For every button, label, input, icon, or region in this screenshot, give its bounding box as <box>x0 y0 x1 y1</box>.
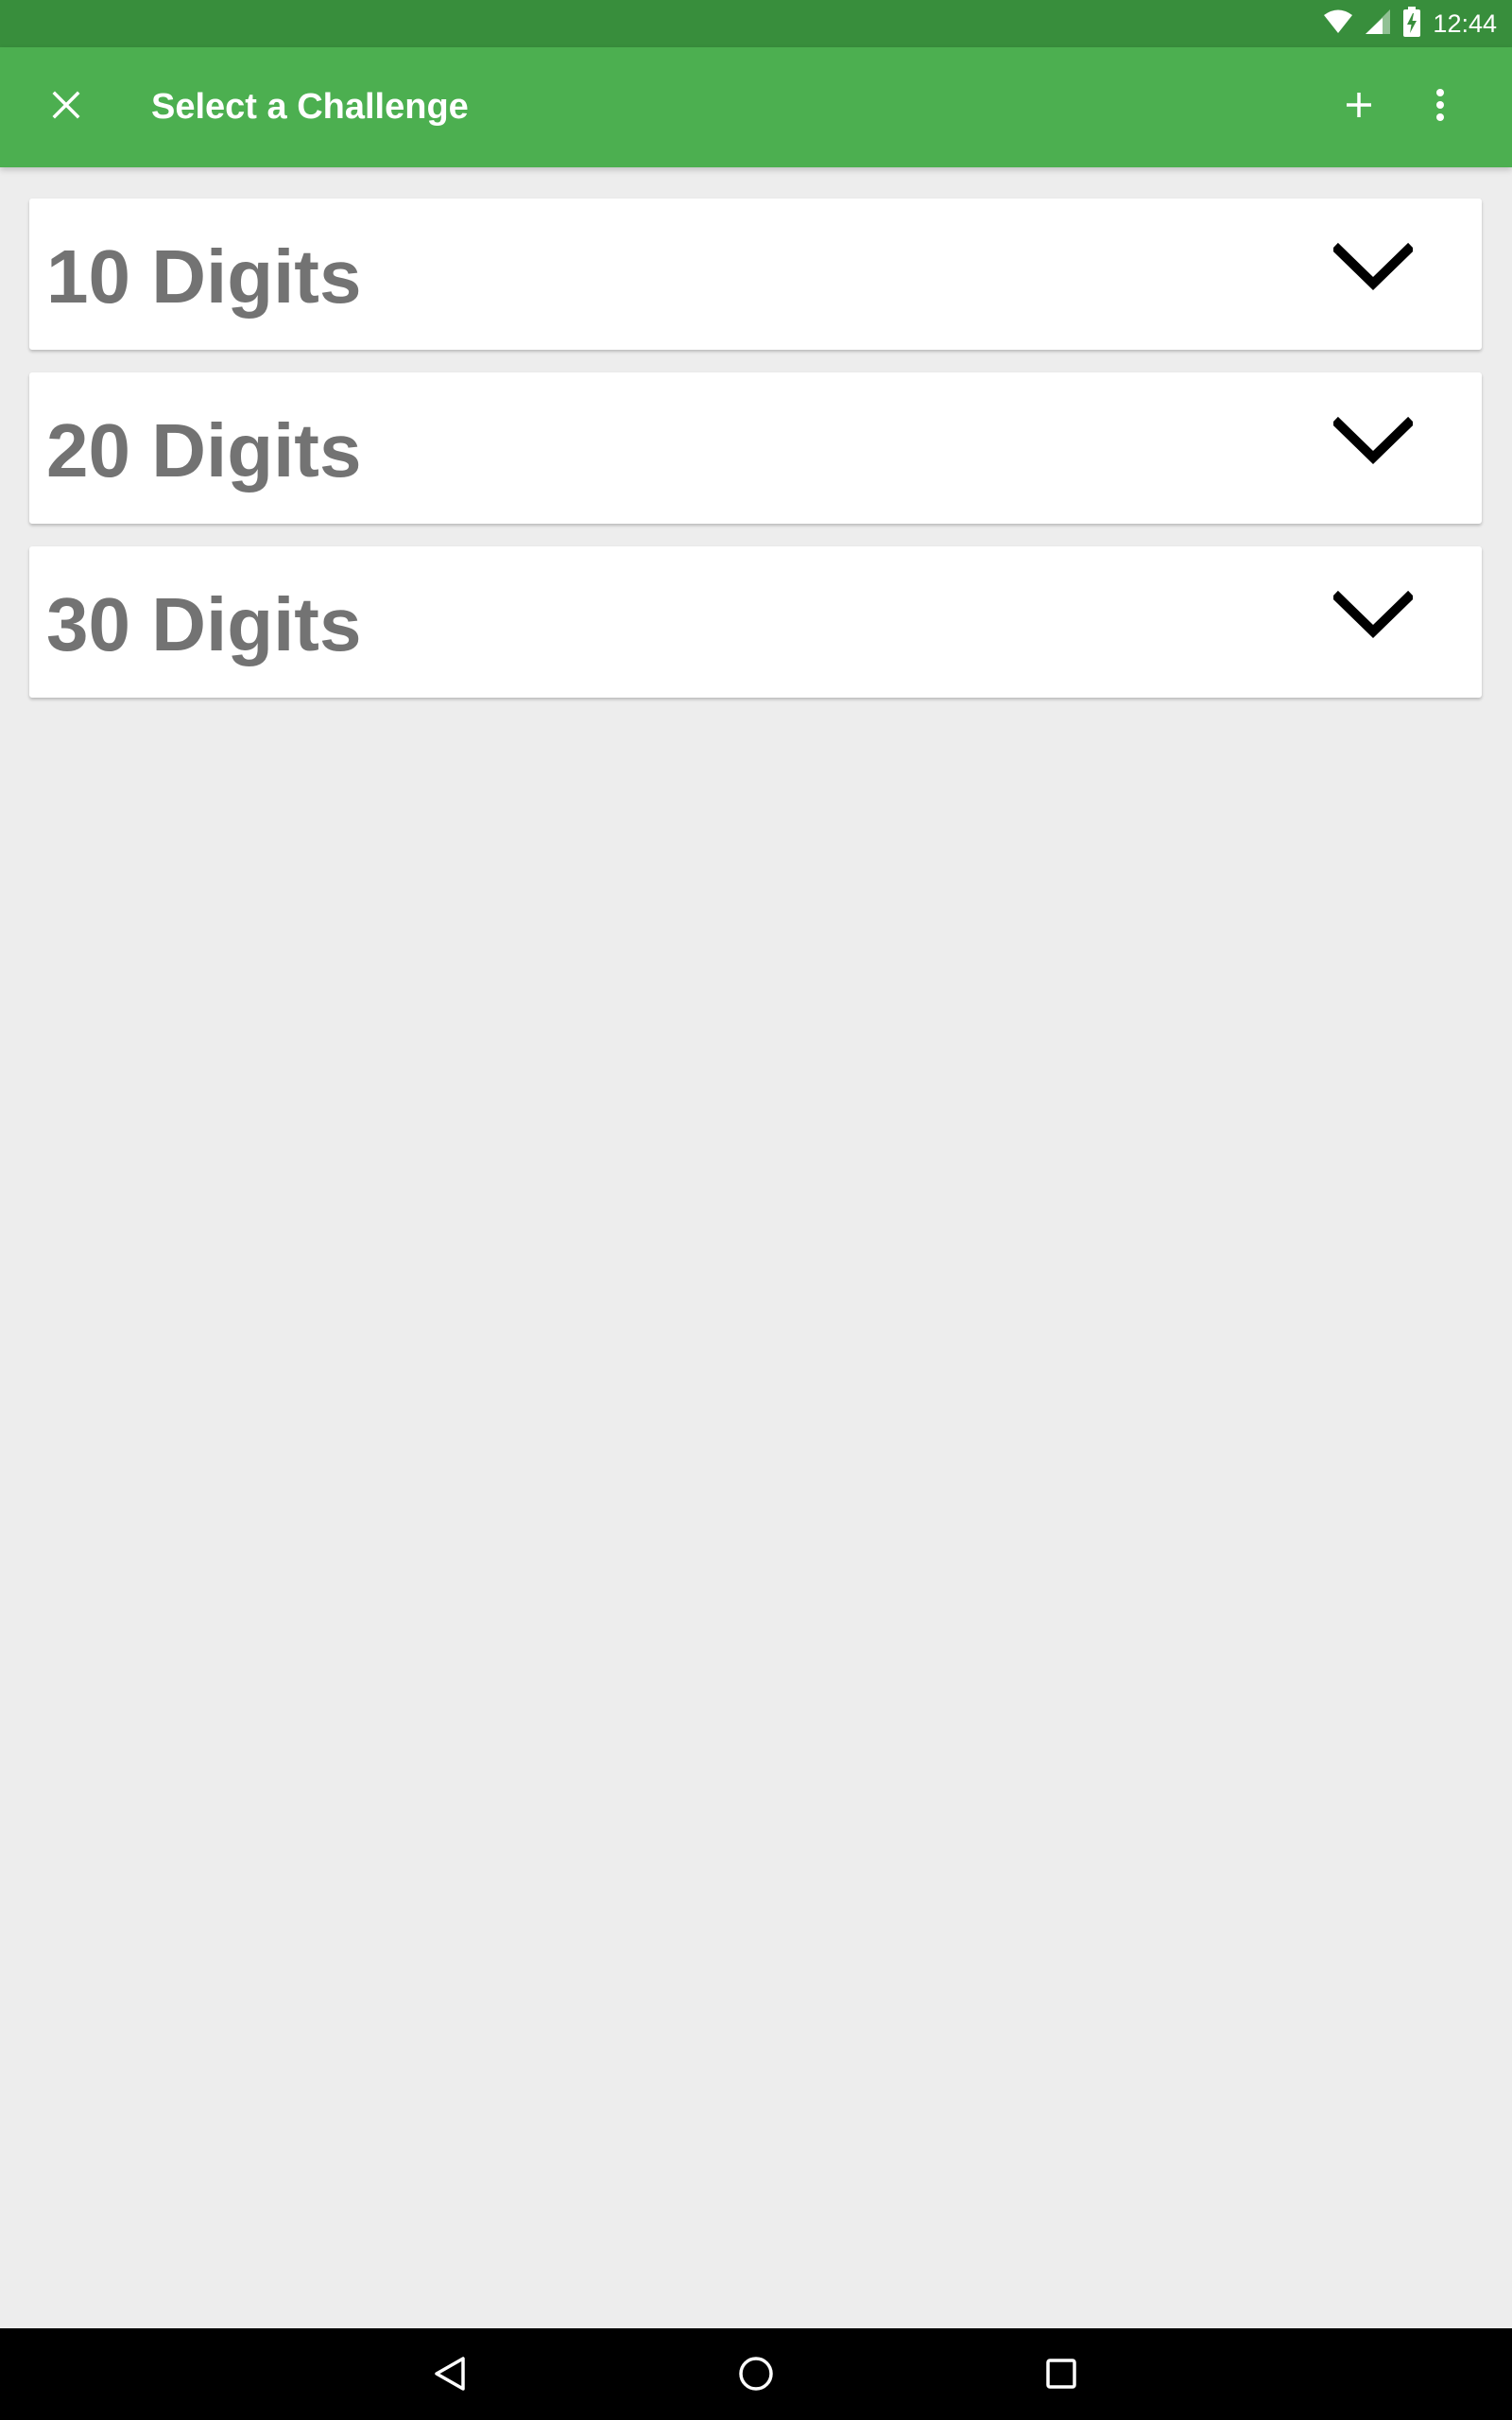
challenge-card-30-digits[interactable]: 30 Digits <box>29 546 1482 698</box>
chevron-down-icon <box>1331 416 1416 472</box>
back-icon <box>432 2355 470 2397</box>
status-bar: 12:44 <box>0 0 1512 47</box>
recents-icon <box>1042 2355 1080 2397</box>
chevron-down-icon <box>1331 242 1416 298</box>
more-vert-icon <box>1435 88 1445 126</box>
challenge-label: 30 Digits <box>46 582 362 666</box>
more-options-button[interactable] <box>1412 78 1469 135</box>
challenge-label: 10 Digits <box>46 234 362 319</box>
close-button[interactable] <box>38 78 94 135</box>
home-icon <box>737 2355 775 2397</box>
home-button[interactable] <box>728 2347 784 2404</box>
battery-charging-icon <box>1402 6 1421 42</box>
recents-button[interactable] <box>1033 2347 1090 2404</box>
page-title: Select a Challenge <box>151 87 469 127</box>
add-icon <box>1345 91 1373 124</box>
cell-signal-icon <box>1365 9 1391 40</box>
challenge-card-20-digits[interactable]: 20 Digits <box>29 372 1482 524</box>
navigation-bar <box>0 2328 1512 2420</box>
expand-button[interactable] <box>1326 410 1420 476</box>
challenge-label: 20 Digits <box>46 408 362 493</box>
chevron-down-icon <box>1331 590 1416 646</box>
add-challenge-button[interactable] <box>1331 78 1387 135</box>
expand-button[interactable] <box>1326 584 1420 650</box>
status-icons: 12:44 <box>1323 0 1497 47</box>
wifi-icon <box>1323 9 1353 40</box>
status-time: 12:44 <box>1433 9 1497 38</box>
close-icon <box>52 91 80 124</box>
challenge-card-10-digits[interactable]: 10 Digits <box>29 199 1482 350</box>
expand-button[interactable] <box>1326 236 1420 302</box>
app-bar: Select a Challenge <box>0 47 1512 167</box>
back-button[interactable] <box>422 2347 479 2404</box>
